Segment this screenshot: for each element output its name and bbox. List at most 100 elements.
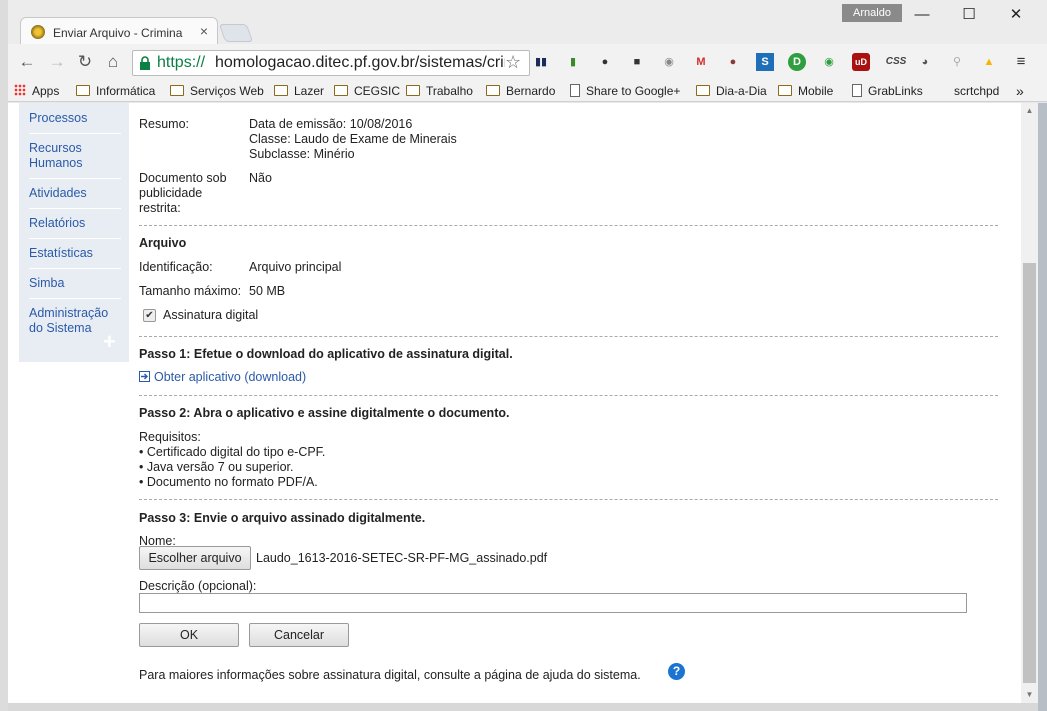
g-ext-icon[interactable]: ◉ <box>660 53 678 71</box>
sidebar-menu: Processos Recursos Humanos Atividades Re… <box>19 103 129 362</box>
proxy-ext-icon[interactable]: ● <box>596 53 614 71</box>
menu-icon[interactable]: ≡ <box>1012 53 1030 71</box>
home-icon[interactable]: ⌂ <box>102 51 124 73</box>
bookmark-label: Lazer <box>294 84 325 98</box>
scroll-down-icon[interactable]: ▼ <box>1021 687 1038 703</box>
bookmark-item[interactable]: Bernardo <box>486 83 555 99</box>
apps-grid-icon <box>14 84 26 96</box>
bookmark-label: Bernardo <box>506 84 556 98</box>
choose-file-button[interactable]: Escolher arquivo <box>139 546 251 570</box>
bookmark-label: Mobile <box>798 84 834 98</box>
bookmark-apps[interactable]: Apps <box>14 83 59 99</box>
s-ext-icon[interactable]: S <box>756 53 774 71</box>
sidebar-item-simba[interactable]: Simba <box>29 276 121 291</box>
eye-ext-icon[interactable]: ◕ <box>916 53 934 71</box>
bookmark-item[interactable]: Informática <box>76 83 155 99</box>
bookmark-star-icon[interactable]: ☆ <box>505 52 521 73</box>
bookmark-item[interactable]: Mobile <box>778 83 833 99</box>
window-bottom-edge <box>8 703 1038 711</box>
tab-enviar-arquivo[interactable]: Enviar Arquivo - Criminalística × <box>20 17 218 45</box>
identificacao-label: Identificação: <box>139 260 213 274</box>
address-bar[interactable]: https:// homologacao.ditec.pf.gov.br/sis… <box>132 50 530 76</box>
bookmark-item[interactable]: Lazer <box>274 83 324 99</box>
sidebar-item-processos[interactable]: Processos <box>29 111 121 126</box>
ball-ext-icon[interactable]: ● <box>724 53 742 71</box>
bookmark-label: Trabalho <box>426 84 473 98</box>
new-tab-button[interactable] <box>218 24 254 42</box>
folder-icon <box>696 85 710 96</box>
d-ext-icon[interactable]: D <box>788 53 806 71</box>
css-ext-icon[interactable]: CSS <box>884 53 908 71</box>
resumo-line: Data de emissão: 10/08/2016 <box>249 117 413 131</box>
bookmark-item[interactable]: Share to Google+ <box>570 83 680 99</box>
requisito-item: • Certificado digital do tipo e-CPF. <box>139 445 326 459</box>
url-text: homologacao.ditec.pf.gov.br/sistemas/cri… <box>215 54 505 71</box>
sidebar-item-estatisticas[interactable]: Estatísticas <box>29 246 121 261</box>
download-app-link[interactable]: Obter aplicativo (download) <box>154 370 306 384</box>
bookmark-label: Share to Google+ <box>586 84 681 98</box>
requisito-item: • Java versão 7 ou superior. <box>139 460 294 474</box>
passo1-heading: Passo 1: Efetue o download do aplicativo… <box>139 347 513 361</box>
passo3-heading: Passo 3: Envie o arquivo assinado digita… <box>139 511 426 525</box>
bookmark-label: Serviços Web <box>190 84 264 98</box>
bookmark-label: GrabLinks <box>868 84 923 98</box>
sidebar-divider <box>29 298 121 299</box>
ok-button[interactable]: OK <box>139 623 239 647</box>
sidebar-item-relatorios[interactable]: Relatórios <box>29 216 121 231</box>
bookmark-item[interactable]: scrtchpd <box>954 83 999 99</box>
help-icon[interactable]: ? <box>668 663 685 680</box>
drive-ext-icon[interactable]: ▲ <box>980 53 998 71</box>
folder-icon <box>334 85 348 96</box>
gmail-icon[interactable]: M <box>692 53 710 71</box>
desktop-background <box>1038 103 1047 711</box>
plus-icon[interactable]: + <box>103 329 116 355</box>
scroll-up-icon[interactable]: ▲ <box>1021 103 1038 119</box>
forward-arrow-icon[interactable]: → <box>46 51 68 73</box>
lock-icon <box>140 56 150 70</box>
sidebar-item-recursos-humanos[interactable]: Recursos Humanos <box>29 141 121 171</box>
bookmark-label: Dia-a-Dia <box>716 84 767 98</box>
search-ext-icon[interactable]: ⚲ <box>948 53 966 71</box>
bookmark-item[interactable]: GrabLinks <box>852 83 923 99</box>
passo2-heading: Passo 2: Abra o aplicativo e assine digi… <box>139 406 510 420</box>
pf-badge-icon <box>31 25 45 39</box>
section-divider <box>139 336 998 337</box>
close-window-button[interactable]: ✕ <box>996 4 1036 26</box>
resumo-line: Classe: Laudo de Exame de Minerais <box>249 132 457 146</box>
puzzle-ext-icon[interactable]: ■ <box>628 53 646 71</box>
desktop-left-edge <box>0 0 8 711</box>
vertical-scrollbar[interactable]: ▲ ▼ <box>1021 103 1038 703</box>
arquivo-heading: Arquivo <box>139 236 187 250</box>
cancel-button[interactable]: Cancelar <box>249 623 349 647</box>
close-tab-icon[interactable]: × <box>197 23 211 39</box>
help-text: Para maiores informações sobre assinatur… <box>139 668 641 682</box>
bookmark-item[interactable]: Trabalho <box>406 83 473 99</box>
identificacao-value: Arquivo principal <box>249 260 342 274</box>
assinatura-checkbox[interactable]: ✔ <box>143 309 156 322</box>
tamanho-label: Tamanho máximo: <box>139 284 242 298</box>
back-arrow-icon[interactable]: ← <box>16 51 38 73</box>
restrita-label: Documento sob publicidade restrita: <box>139 171 227 215</box>
folder-ext-icon[interactable]: ▮▮ <box>532 53 550 71</box>
bookmarks-bar: Apps Informática Serviços Web Lazer CEGS… <box>8 80 1047 102</box>
folder-icon <box>486 85 500 96</box>
evernote-ext-icon[interactable]: ▮ <box>564 53 582 71</box>
reload-icon[interactable]: ↻ <box>74 51 96 73</box>
bookmark-item[interactable]: Dia-a-Dia <box>696 83 767 99</box>
bookmark-item[interactable]: Serviços Web <box>170 83 264 99</box>
section-divider <box>139 499 998 500</box>
minimize-button[interactable]: — <box>902 4 942 26</box>
resumo-line: Subclasse: Minério <box>249 147 355 161</box>
bookmark-item[interactable]: CEGSIC <box>334 83 400 99</box>
sidebar-divider <box>29 238 121 239</box>
descricao-input[interactable] <box>139 593 967 613</box>
bookmarks-overflow-button[interactable]: » <box>1016 83 1024 99</box>
profile-button[interactable]: Arnaldo <box>842 4 902 22</box>
page-content: Processos Recursos Humanos Atividades Re… <box>8 103 1021 703</box>
chat-ext-icon[interactable]: ◉ <box>820 53 838 71</box>
maximize-button[interactable]: ☐ <box>949 4 989 26</box>
scroll-thumb[interactable] <box>1023 263 1036 683</box>
sidebar-item-atividades[interactable]: Atividades <box>29 186 121 201</box>
download-icon <box>139 371 150 382</box>
ublock-icon[interactable]: uD <box>852 53 870 71</box>
